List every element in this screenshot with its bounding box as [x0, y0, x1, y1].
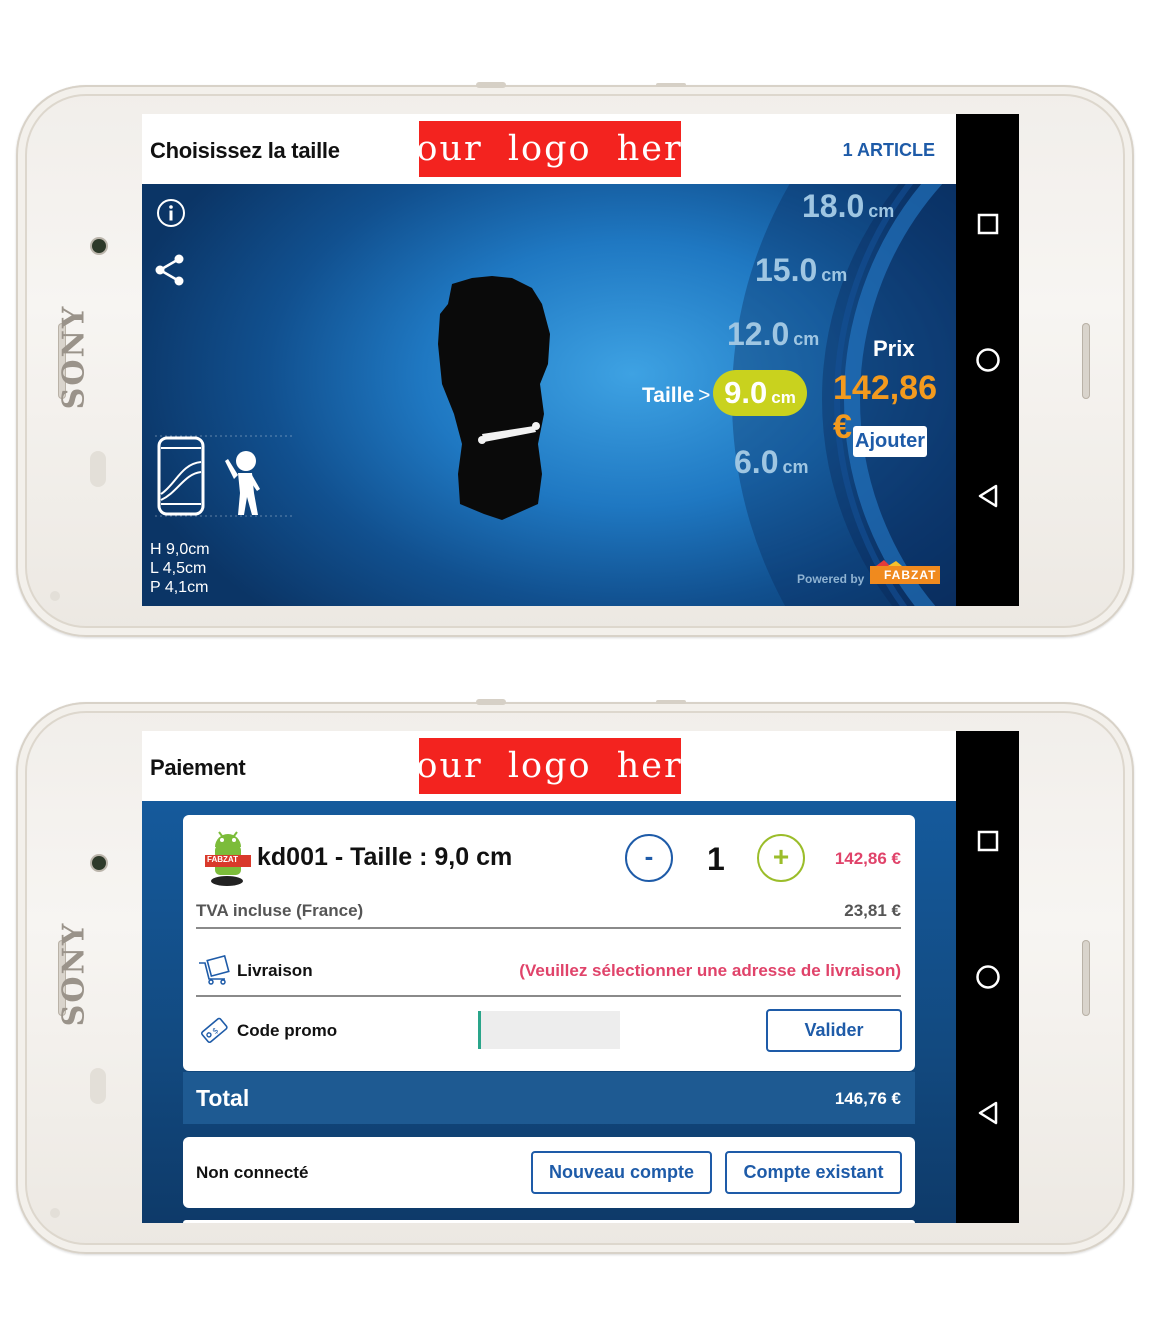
app-header: Paiement your logo here — [142, 731, 956, 801]
volume-button — [656, 700, 686, 704]
promo-label: Code promo — [237, 1021, 338, 1040]
sensor — [90, 1068, 106, 1104]
size-label: Taille > — [642, 384, 711, 407]
person-icon — [225, 451, 260, 515]
divider — [196, 927, 901, 929]
thumb-badge: FABZAT — [207, 855, 238, 864]
power-button — [476, 699, 506, 705]
3d-figurine-model[interactable] — [432, 274, 562, 534]
size-selection-app: Choisissez la taille your logo here 1 AR… — [142, 114, 956, 606]
promo-tag-icon: $ — [199, 1015, 229, 1045]
account-card: Non connecté Nouveau compte Compte exist… — [183, 1137, 915, 1208]
share-icon[interactable] — [153, 252, 189, 288]
increase-quantity-button[interactable]: + — [757, 834, 805, 882]
phone-frame-size-screen: SONY Choisissez la taille your logo here… — [16, 82, 1134, 637]
fabzat-logo: FABZAT — [870, 560, 940, 588]
item-price: 142,86 € — [834, 849, 901, 868]
front-camera — [92, 239, 106, 253]
app-header: Choisissez la taille your logo here 1 AR… — [142, 114, 956, 184]
payment-background: FABZAT kd001 - Taille : 9,0 cm - 1 + 142… — [142, 801, 956, 1223]
promo-code-input[interactable] — [478, 1011, 620, 1049]
power-button — [476, 82, 506, 88]
dimensions: H 9,0cm L 4,5cm P 4,1cm — [150, 540, 210, 597]
cart-count-link[interactable]: 1 ARTICLE — [843, 140, 935, 161]
login-status: Non connecté — [196, 1163, 309, 1182]
brand-logo: your logo here — [395, 738, 703, 794]
volume-button — [656, 83, 686, 87]
size-option-15[interactable]: 15.0 cm — [755, 252, 847, 289]
existing-account-button[interactable]: Compte existant — [725, 1151, 902, 1194]
chevron-right-icon: > — [698, 384, 711, 407]
add-to-cart-button[interactable]: Ajouter — [853, 426, 927, 457]
product-name: kd001 - Taille : 9,0 cm — [257, 843, 513, 871]
total-bar: Total 146,76 € — [183, 1072, 915, 1124]
powered-by-text: Powered by — [797, 572, 865, 586]
order-card: FABZAT kd001 - Taille : 9,0 cm - 1 + 142… — [183, 815, 915, 1071]
device-brand: SONY — [56, 304, 92, 410]
speaker-right — [1082, 323, 1090, 399]
screen: Choisissez la taille your logo here 1 AR… — [142, 114, 1019, 606]
tax-label: TVA incluse (France) — [196, 901, 364, 920]
tax-value: 23,81 € — [844, 901, 901, 920]
front-camera — [92, 856, 106, 870]
quantity-value: 1 — [707, 841, 725, 877]
payment-app: Paiement your logo here FABZAT kd001 - T… — [142, 731, 956, 1223]
android-navbar — [956, 731, 1019, 1223]
home-icon[interactable] — [973, 962, 1003, 992]
brand-logo: your logo here — [395, 121, 703, 177]
recents-icon[interactable] — [973, 826, 1003, 856]
selected-size-pill[interactable]: 9.0 cm — [713, 370, 807, 416]
total-value: 146,76 € — [834, 1089, 901, 1108]
screen: Paiement your logo here FABZAT kd001 - T… — [142, 731, 1019, 1223]
logo-text: your logo here — [394, 746, 706, 786]
home-icon[interactable] — [973, 345, 1003, 375]
delivery-address-link[interactable]: (Veuillez sélectionner une adresse de li… — [519, 961, 901, 981]
indicator-dot — [50, 591, 60, 601]
page-title: Paiement — [150, 755, 246, 780]
phone-frame-payment-screen: SONY Paiement your logo here FABZAT kd00… — [16, 699, 1134, 1254]
back-icon[interactable] — [973, 481, 1003, 511]
back-icon[interactable] — [973, 1098, 1003, 1128]
android-navbar — [956, 114, 1019, 606]
product-thumbnail: FABZAT — [203, 829, 253, 887]
device-brand: SONY — [56, 921, 92, 1027]
delivery-icon — [197, 954, 231, 985]
model-viewer[interactable]: 18.0 cm 15.0 cm 12.0 cm 6.0 cm Taille > 9.0 cm… — [142, 184, 956, 606]
recents-icon[interactable] — [973, 209, 1003, 239]
price-label: Prix — [873, 336, 915, 361]
page-title: Choisissez la taille — [150, 138, 340, 163]
logo-text: your logo here — [394, 129, 706, 169]
new-account-button[interactable]: Nouveau compte — [531, 1151, 712, 1194]
sensor — [90, 451, 106, 487]
validate-promo-button[interactable]: Valider — [766, 1009, 902, 1052]
width-value: L 4,5cm — [150, 560, 207, 577]
indicator-dot — [50, 1208, 60, 1218]
soda-can-icon — [157, 436, 205, 516]
speaker-right — [1082, 940, 1090, 1016]
size-option-18[interactable]: 18.0 cm — [802, 188, 894, 225]
divider — [196, 995, 901, 997]
size-option-6[interactable]: 6.0 cm — [734, 444, 809, 481]
decrease-quantity-button[interactable]: - — [625, 834, 673, 882]
size-option-12[interactable]: 12.0 cm — [727, 316, 819, 353]
depth-value: P 4,1cm — [150, 579, 209, 596]
height-value: H 9,0cm — [150, 541, 210, 558]
info-icon[interactable] — [156, 198, 186, 228]
total-label: Total — [196, 1085, 250, 1111]
scroll-edge — [183, 1220, 915, 1223]
delivery-label: Livraison — [237, 961, 313, 980]
